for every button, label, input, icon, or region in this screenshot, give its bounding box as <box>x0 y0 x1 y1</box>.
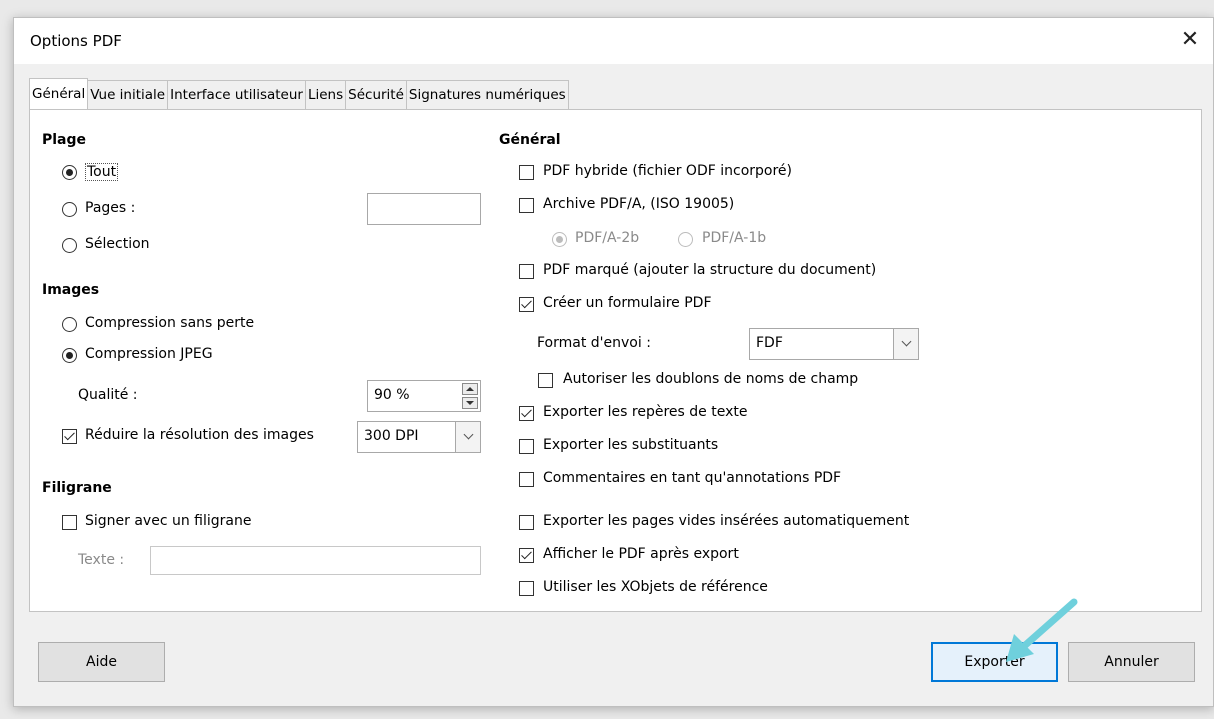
range-pages-radio[interactable] <box>62 202 77 217</box>
watermark-text-input[interactable] <box>150 546 481 575</box>
range-all-radio[interactable] <box>62 165 77 180</box>
create-form-label[interactable]: Créer un formulaire PDF <box>543 295 712 311</box>
chevron-down-icon[interactable] <box>455 421 481 453</box>
submit-format-label: Format d'envoi : <box>537 335 651 351</box>
watermark-heading: Filigrane <box>42 480 112 496</box>
export-blank-pages-label[interactable]: Exporter les pages vides insérées automa… <box>543 513 909 529</box>
range-pages-label[interactable]: Pages : <box>85 200 135 216</box>
allow-duplicate-names-label[interactable]: Autoriser les doublons de noms de champ <box>563 371 858 387</box>
allow-duplicate-names-checkbox[interactable] <box>538 373 553 388</box>
annotation-arrow-icon <box>1006 598 1078 662</box>
quality-label: Qualité : <box>78 387 138 403</box>
view-after-export-label[interactable]: Afficher le PDF après export <box>543 546 739 562</box>
dialog-title: Options PDF <box>30 32 122 50</box>
export-placeholders-checkbox[interactable] <box>519 439 534 454</box>
reduce-resolution-label[interactable]: Réduire la résolution des images <box>85 427 314 443</box>
jpeg-compression-radio[interactable] <box>62 348 77 363</box>
hybrid-pdf-label[interactable]: PDF hybride (fichier ODF incorporé) <box>543 163 792 179</box>
submit-format-dropdown[interactable]: FDF <box>749 328 919 360</box>
spin-down-icon[interactable] <box>462 397 478 409</box>
watermark-text-label: Texte : <box>78 552 125 568</box>
sign-watermark-checkbox[interactable] <box>62 515 77 530</box>
submit-format-value: FDF <box>756 335 783 351</box>
tab-bar: Général Vue initiale Interface utilisate… <box>29 78 569 109</box>
reference-xobjects-checkbox[interactable] <box>519 581 534 596</box>
title-bar: Options PDF ✕ <box>14 18 1213 64</box>
tagged-pdf-label[interactable]: PDF marqué (ajouter la structure du docu… <box>543 262 876 278</box>
pdfa-2b-radio[interactable] <box>552 232 567 247</box>
quality-spinner[interactable] <box>462 383 478 409</box>
general-panel: Plage Tout Pages : Sélection Images Comp… <box>29 109 1202 612</box>
pdfa-1b-label[interactable]: PDF/A-1b <box>702 230 766 246</box>
tab-user-interface[interactable]: Interface utilisateur <box>168 80 306 109</box>
range-selection-radio[interactable] <box>62 238 77 253</box>
hybrid-pdf-checkbox[interactable] <box>519 165 534 180</box>
pages-input[interactable] <box>367 193 481 225</box>
pdfa-2b-label[interactable]: PDF/A-2b <box>575 230 639 246</box>
tab-security[interactable]: Sécurité <box>346 80 407 109</box>
reference-xobjects-label[interactable]: Utiliser les XObjets de référence <box>543 579 768 595</box>
view-after-export-checkbox[interactable] <box>519 548 534 563</box>
dpi-value: 300 DPI <box>364 428 419 444</box>
pdfa-archive-checkbox[interactable] <box>519 198 534 213</box>
quality-value: 90 % <box>374 387 410 403</box>
sign-watermark-label[interactable]: Signer avec un filigrane <box>85 513 251 529</box>
range-all-label[interactable]: Tout <box>85 163 119 181</box>
chevron-down-icon[interactable] <box>893 328 919 360</box>
quality-spinbox[interactable]: 90 % <box>367 380 481 412</box>
export-placeholders-label[interactable]: Exporter les substituants <box>543 437 718 453</box>
range-heading: Plage <box>42 132 87 148</box>
export-bookmarks-label[interactable]: Exporter les repères de texte <box>543 404 747 420</box>
lossless-compression-label[interactable]: Compression sans perte <box>85 315 254 331</box>
comments-as-annotations-label[interactable]: Commentaires en tant qu'annotations PDF <box>543 470 841 486</box>
pdfa-archive-label[interactable]: Archive PDF/A, (ISO 19005) <box>543 196 734 212</box>
pdfa-1b-radio[interactable] <box>678 232 693 247</box>
images-heading: Images <box>42 282 100 298</box>
create-form-checkbox[interactable] <box>519 297 534 312</box>
reduce-resolution-checkbox[interactable] <box>62 429 77 444</box>
cancel-button[interactable]: Annuler <box>1068 642 1195 682</box>
tab-digital-signatures[interactable]: Signatures numériques <box>406 80 569 109</box>
tab-initial-view[interactable]: Vue initiale <box>88 80 169 109</box>
help-button[interactable]: Aide <box>38 642 165 682</box>
export-bookmarks-checkbox[interactable] <box>519 406 534 421</box>
general-heading: Général <box>499 132 561 148</box>
dpi-dropdown[interactable]: 300 DPI <box>357 421 481 453</box>
jpeg-compression-label[interactable]: Compression JPEG <box>85 346 213 362</box>
spin-up-icon[interactable] <box>462 383 478 395</box>
export-blank-pages-checkbox[interactable] <box>519 515 534 530</box>
tagged-pdf-checkbox[interactable] <box>519 264 534 279</box>
close-icon[interactable]: ✕ <box>1167 18 1213 64</box>
tab-general[interactable]: Général <box>29 78 89 109</box>
tab-links[interactable]: Liens <box>305 80 347 109</box>
lossless-compression-radio[interactable] <box>62 317 77 332</box>
range-selection-label[interactable]: Sélection <box>85 236 150 252</box>
comments-as-annotations-checkbox[interactable] <box>519 472 534 487</box>
